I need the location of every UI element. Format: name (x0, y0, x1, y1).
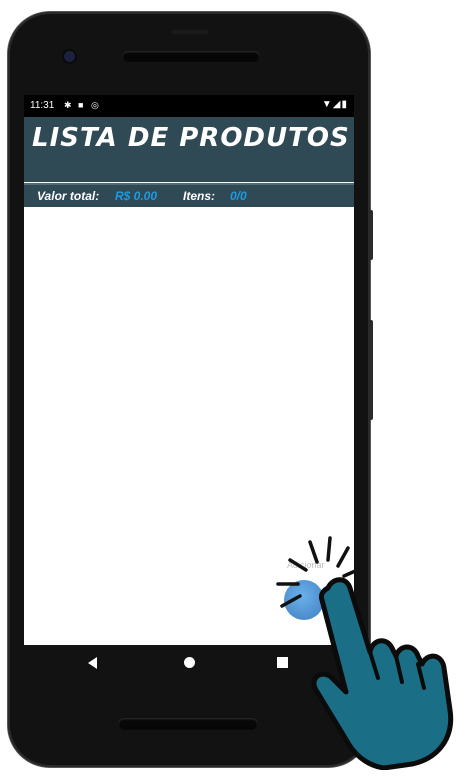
total-value: R$ 0.00 (115, 189, 158, 203)
earpiece-speaker (122, 51, 260, 62)
nav-recent-icon[interactable] (277, 657, 288, 668)
top-sensor (172, 30, 208, 34)
status-bar: 11:31 ✱ ■ ◎ ▼◢▮ (24, 95, 354, 117)
items-value: 0/0 (230, 189, 247, 203)
sync-icon: ◎ (91, 100, 99, 110)
status-right-icons: ▼◢▮ (322, 99, 348, 110)
battery-icon: ▮ (341, 99, 348, 110)
items-label: Itens: (183, 189, 216, 203)
tap-hand-icon (311, 577, 454, 770)
summary-bar: Valor total: R$ 0.00 Itens: 0/0 (24, 185, 354, 207)
status-time: 11:31 (30, 100, 55, 111)
nav-home-icon[interactable] (184, 657, 195, 668)
gear-icon: ✱ (64, 100, 72, 110)
wifi-icon: ▼ (321, 99, 333, 110)
total-label: Valor total: (37, 189, 100, 203)
volume-button (368, 320, 373, 420)
bottom-speaker (118, 718, 258, 730)
app-header: LISTA DE PRODUTOS (24, 117, 354, 182)
power-button (368, 210, 373, 260)
sd-card-icon: ■ (78, 100, 84, 110)
page-title: LISTA DE PRODUTOS (32, 123, 350, 153)
nav-back-icon[interactable] (88, 657, 97, 669)
front-camera (64, 51, 75, 62)
